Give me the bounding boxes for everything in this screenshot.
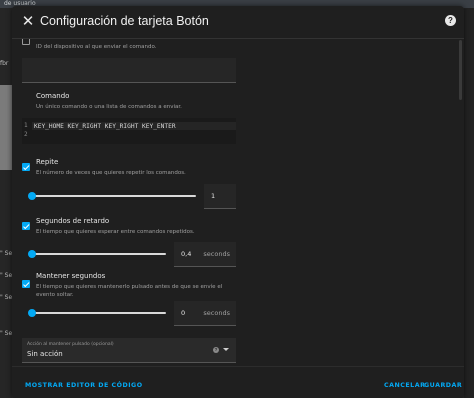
slider-knob[interactable] (28, 309, 36, 317)
slider-knob[interactable] (28, 192, 36, 200)
dialog-footer: MOSTRAR EDITOR DE CÓDIGO CANCELAR GUARDA… (12, 366, 464, 398)
hold-action-select[interactable]: Acción al mantener pulsado (opcional) Si… (22, 338, 236, 363)
background-tag: " Se (0, 330, 13, 337)
background-sidebar: fbr " Se " Se " Se " Se (0, 8, 12, 398)
scrollbar[interactable] (459, 40, 462, 100)
background-right-panel (464, 8, 474, 398)
hold-action-value: Sin acción (27, 350, 63, 358)
slider-track (32, 253, 166, 255)
repeat-value: 1 (211, 192, 216, 200)
command-label: Comando (36, 92, 70, 100)
device-checkbox[interactable] (22, 39, 30, 45)
device-field[interactable] (22, 58, 236, 83)
command-code-text: KEY_HOME KEY_RIGHT KEY_RIGHT KEY_ENTER (34, 123, 176, 130)
delay-label: Segundos de retardo (36, 217, 110, 225)
repeat-checkbox[interactable] (22, 163, 30, 171)
background-image (0, 85, 12, 170)
delay-slider[interactable] (28, 250, 166, 258)
help-circle-icon[interactable]: ? (445, 15, 456, 26)
hold-helper-line2: evento soltar. (36, 292, 74, 298)
line-number: 1 (24, 122, 28, 129)
save-button[interactable]: GUARDAR (424, 382, 462, 389)
hold-action-label: Acción al mantener pulsado (opcional) (27, 342, 114, 347)
delay-helper: El tiempo que quieres esperar entre coma… (36, 229, 195, 235)
dialog-content[interactable]: ID del dispositivo al que enviar el coma… (12, 39, 464, 365)
chevron-down-icon[interactable] (223, 348, 229, 351)
delay-value: 0,4 (181, 250, 192, 258)
delay-number-input[interactable]: 0,4 seconds (174, 242, 236, 267)
hold-helper-line1: El tiempo que quieres mantenerlo pulsado… (36, 284, 223, 290)
delay-unit: seconds (203, 250, 230, 258)
device-helper: ID del dispositivo al que enviar el coma… (36, 44, 157, 50)
slider-track (32, 312, 166, 314)
line-number: 2 (24, 131, 28, 138)
background-tag: " Se (0, 250, 13, 257)
command-helper: Un único comando o una lista de comandos… (36, 104, 182, 110)
show-code-editor-button[interactable]: MOSTRAR EDITOR DE CÓDIGO (25, 382, 143, 389)
hold-value: 0 (181, 309, 186, 317)
background-tag: fbr (0, 60, 9, 67)
hold-label: Mantener segundos (36, 272, 106, 280)
background-tag: " Se (0, 272, 13, 279)
hold-slider[interactable] (28, 309, 166, 317)
repeat-helper: El número de veces que quieres repetir l… (36, 170, 186, 176)
hold-number-input[interactable]: 0 seconds (174, 301, 236, 326)
hold-checkbox[interactable] (22, 280, 30, 288)
background-tag: " Se (0, 294, 13, 301)
slider-track (32, 195, 196, 197)
cancel-button[interactable]: CANCELAR (384, 382, 425, 389)
card-config-dialog: ✕ Configuración de tarjeta Botón ? ID de… (12, 6, 464, 398)
hold-unit: seconds (203, 309, 230, 317)
repeat-number-input[interactable]: 1 (204, 184, 236, 209)
slider-knob[interactable] (28, 250, 36, 258)
command-code-editor[interactable]: 1 2 KEY_HOME KEY_RIGHT KEY_RIGHT KEY_ENT… (22, 118, 236, 144)
repeat-slider[interactable] (28, 192, 196, 200)
dialog-title: Configuración de tarjeta Botón (40, 14, 209, 28)
close-icon[interactable]: ✕ (20, 14, 36, 30)
repeat-label: Repite (36, 158, 59, 166)
delay-checkbox[interactable] (22, 222, 30, 230)
dialog-header: ✕ Configuración de tarjeta Botón ? (12, 6, 464, 38)
help-circle-icon[interactable]: ? (213, 347, 219, 353)
